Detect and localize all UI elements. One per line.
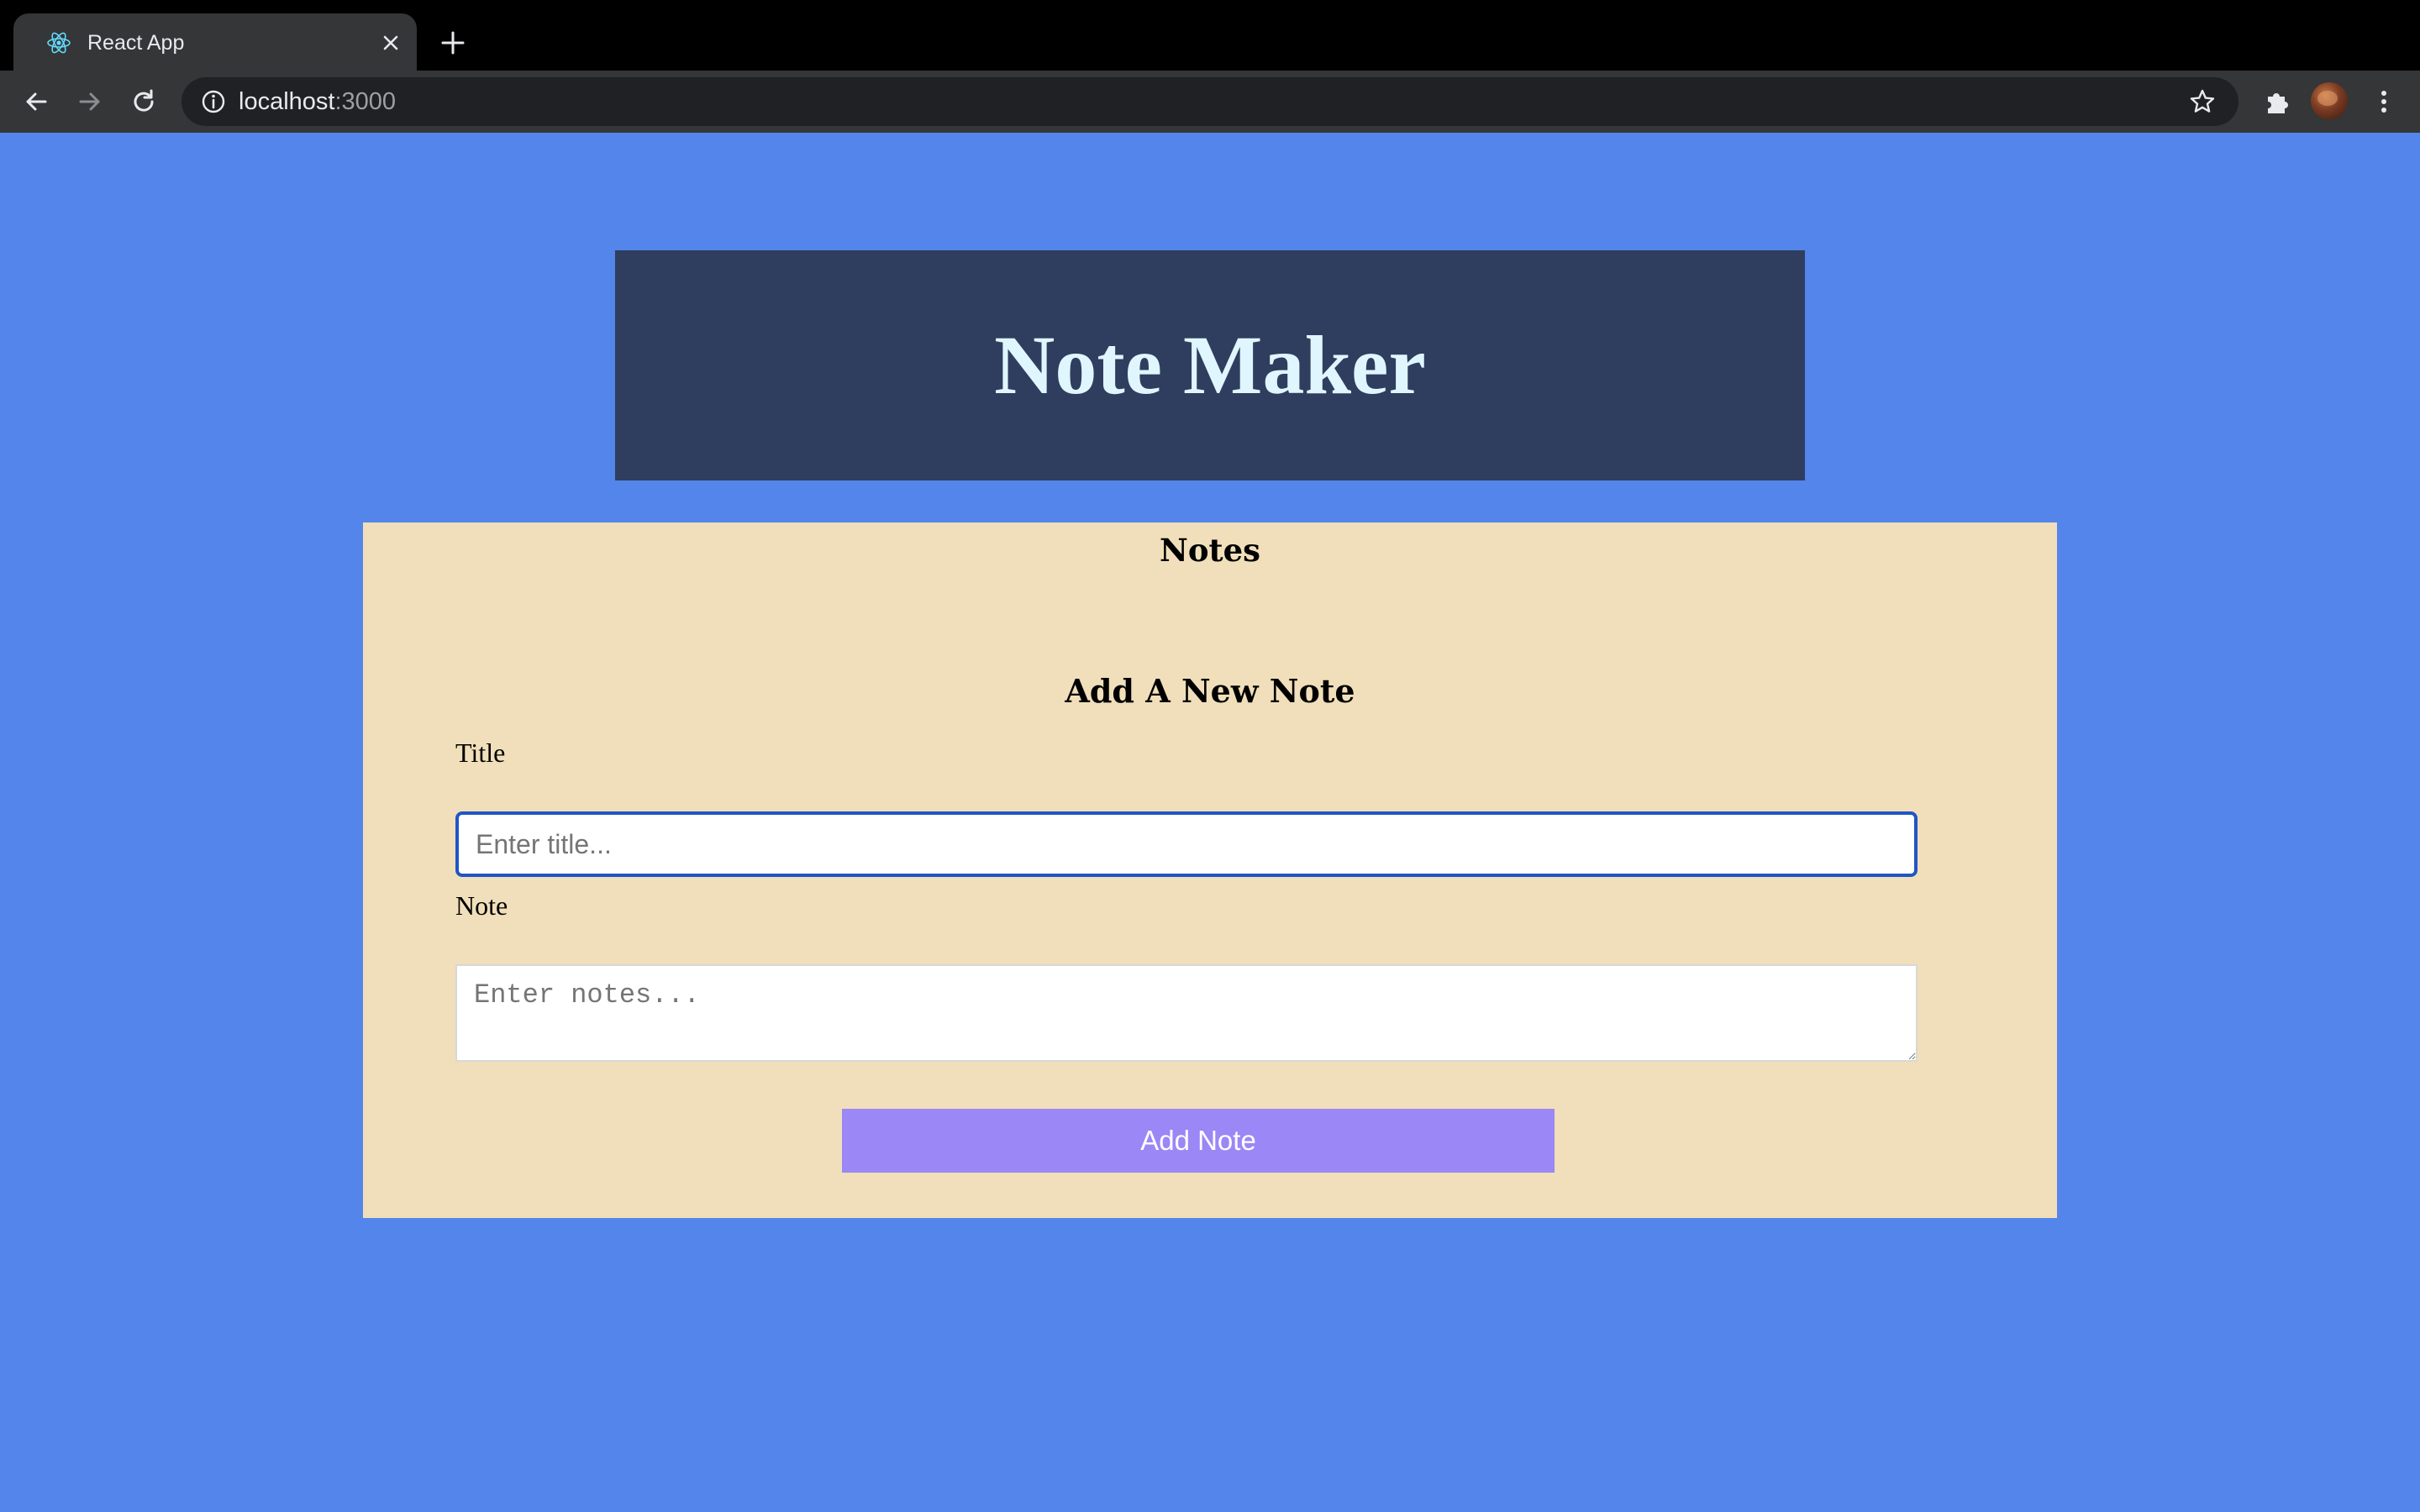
note-textarea[interactable] [455,964,1918,1062]
reload-icon[interactable] [128,86,160,118]
tab-title: React App [87,31,185,55]
address-bar[interactable]: localhost:3000 [182,77,2238,126]
info-icon[interactable] [200,88,227,115]
title-label: Title [455,738,506,768]
notes-heading: Notes [1160,532,1260,569]
title-input[interactable] [455,811,1918,877]
url-host: localhost [239,88,335,115]
star-icon[interactable] [2188,87,2217,116]
avatar[interactable] [2311,82,2348,119]
app-header: Note Maker [615,250,1805,480]
notes-panel: Notes Add A New Note Title Note Add Note [363,522,2057,1218]
url-port: :3000 [334,88,397,115]
browser-tabstrip: React App [0,0,2420,71]
browser-toolbar: localhost:3000 [0,71,2420,133]
browser-tab[interactable]: React App [13,13,417,71]
kebab-menu-icon[interactable] [2368,86,2400,118]
close-icon[interactable] [378,30,403,55]
new-tab-plus-icon[interactable] [439,29,467,57]
add-note-heading: Add A New Note [1065,672,1355,710]
forward-arrow-icon[interactable] [74,86,106,118]
puzzle-extension-icon[interactable] [2260,86,2292,118]
react-logo-icon [47,32,71,54]
note-label: Note [455,890,508,921]
back-arrow-icon[interactable] [20,86,52,118]
page-title: Note Maker [994,318,1426,412]
add-note-button[interactable]: Add Note [842,1109,1555,1173]
url-text: localhost:3000 [239,87,396,117]
page-viewport: Note Maker Notes Add A New Note Title No… [0,133,2420,1512]
